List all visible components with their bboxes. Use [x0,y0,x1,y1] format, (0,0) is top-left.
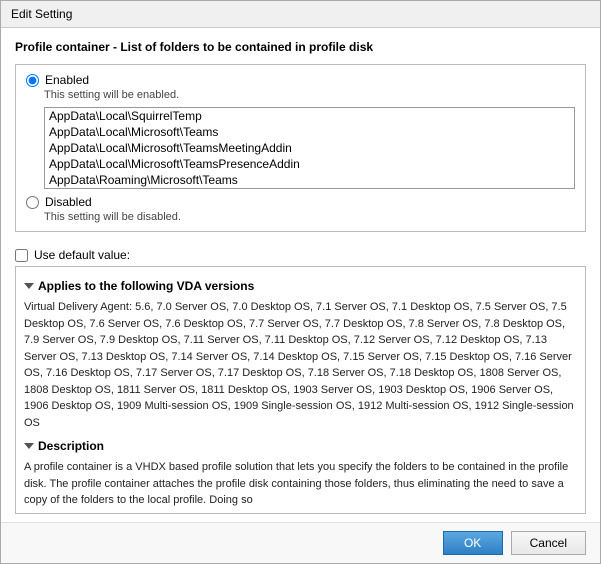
vda-header-row: Applies to the following VDA versions [24,277,577,295]
disabled-section: Disabled This setting will be disabled. [26,195,575,223]
section-title: Profile container - List of folders to b… [15,40,586,54]
list-box-container: AppData\Local\SquirrelTemp AppData\Local… [44,107,575,189]
enabled-radio[interactable] [26,74,39,87]
vda-text: Virtual Delivery Agent: 5.6, 7.0 Server … [24,299,577,431]
disabled-label[interactable]: Disabled [45,195,92,209]
dialog-title: Edit Setting [11,7,72,21]
list-item[interactable]: AppData\Local\Microsoft\TeamsPresenceAdd… [45,156,574,172]
disabled-radio-row[interactable]: Disabled [26,195,575,209]
info-panel[interactable]: Applies to the following VDA versions Vi… [15,266,586,514]
use-default-checkbox[interactable] [15,249,28,262]
disabled-sub-text: This setting will be disabled. [44,211,575,223]
list-item[interactable]: AppData\Local\Microsoft\TeamsMeetingAddi… [45,140,574,156]
description-triangle-icon [24,443,34,449]
list-item[interactable]: AppData\Local\SquirrelTemp [45,108,574,124]
disabled-radio[interactable] [26,196,39,209]
options-box: Enabled This setting will be enabled. Ap… [15,64,586,232]
ok-button[interactable]: OK [443,531,503,555]
list-item[interactable]: AppData\Roaming\Microsoft\Teams [45,172,574,188]
dialog-content: Profile container - List of folders to b… [1,28,600,522]
dialog-title-bar: Edit Setting [1,1,600,28]
vda-header-label: Applies to the following VDA versions [38,277,254,295]
description-header-row: Description [24,437,577,455]
use-default-row[interactable]: Use default value: [15,248,586,262]
enabled-radio-row[interactable]: Enabled [26,73,575,87]
description-text: A profile container is a VHDX based prof… [24,459,577,509]
enabled-label[interactable]: Enabled [45,73,89,87]
enabled-sub-text: This setting will be enabled. [44,89,575,101]
folders-list[interactable]: AppData\Local\SquirrelTemp AppData\Local… [44,107,575,189]
edit-setting-dialog: Edit Setting Profile container - List of… [0,0,601,564]
description-header-label: Description [38,437,104,455]
dialog-footer: OK Cancel [1,522,600,563]
use-default-label[interactable]: Use default value: [34,248,130,262]
list-item[interactable]: AppData\Local\Microsoft\Teams [45,124,574,140]
cancel-button[interactable]: Cancel [511,531,586,555]
vda-triangle-icon [24,283,34,289]
